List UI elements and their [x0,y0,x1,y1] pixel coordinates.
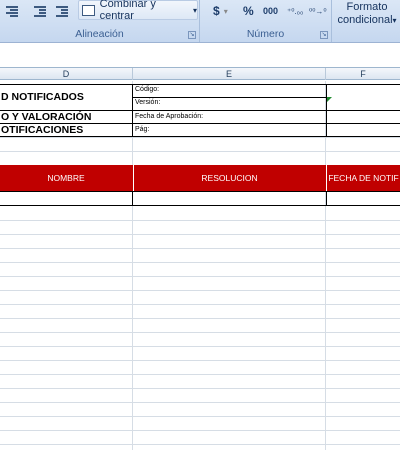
merge-center-icon [82,4,95,16]
decrease-indent-icon [33,5,47,17]
thousands-button[interactable]: 000 [262,1,282,21]
alignment-group: Combinar y centrar ▾ Alineación ↘ [0,0,200,42]
conditional-format-button[interactable]: Formato condicional▾ [334,0,400,36]
column-header-f[interactable]: F [326,68,400,80]
title-line-3: OTIFICACIONES [1,124,84,136]
header-fecha-notificacion[interactable]: FECHA DE NOTIF [326,165,400,191]
increase-decimal-button[interactable]: ⁺⁰.₀₀ [286,1,306,21]
decrease-decimal-icon: ⁰⁰→⁰ [309,6,327,16]
currency-icon: $ [213,4,220,18]
increase-indent-button[interactable] [52,1,72,21]
fecha-aprobacion-label: Fecha de Aprobación: [135,113,204,120]
column-header-bar: D E F [0,67,400,80]
codigo-label: Código: [135,86,160,93]
merge-center-dropdown-icon[interactable]: ▾ [193,6,197,15]
green-triangle-indicator [327,97,332,102]
formula-bar-area [0,43,400,67]
currency-button[interactable]: $ ▾ [212,1,238,21]
percent-button[interactable]: % [242,1,258,21]
title-line-1: D NOTIFICADOS [1,91,84,103]
decrease-indent-button[interactable] [30,1,50,21]
align-right-icon [5,5,19,17]
alignment-launcher-icon[interactable]: ↘ [188,31,196,39]
number-launcher-icon[interactable]: ↘ [320,31,328,39]
column-header-e[interactable]: E [133,68,326,80]
align-right-button[interactable] [2,1,22,21]
alignment-group-label: Alineación [75,28,124,40]
number-group-label: Número [246,28,285,40]
increase-indent-icon [55,5,69,17]
number-group: $ ▾ % 000 ⁺⁰.₀₀ ⁰⁰→⁰ Número ↘ [200,0,332,42]
column-header-d[interactable]: D [0,68,133,80]
ribbon: Combinar y centrar ▾ Alineación ↘ $ ▾ % … [0,0,400,43]
table-header-row: NOMBRE RESOLUCION FECHA DE NOTIF [0,165,400,191]
version-label: Versión: [135,99,161,106]
title-line-2: O Y VALORACIÓN [1,111,92,123]
decrease-decimal-button[interactable]: ⁰⁰→⁰ [308,1,328,21]
pag-label: Pág: [135,126,150,133]
currency-dropdown-icon[interactable]: ▾ [224,7,228,16]
table-row[interactable] [0,192,400,205]
header-nombre[interactable]: NOMBRE [0,165,132,191]
conditional-format-label-1: Formato [346,1,388,13]
thousands-icon: 000 [263,6,279,16]
merge-center-label: Combinar y centrar [99,0,156,22]
increase-decimal-icon: ⁺⁰.₀₀ [287,6,304,16]
merge-center-button[interactable]: Combinar y centrar ▾ [78,0,198,22]
percent-icon: % [243,4,254,18]
header-resolucion[interactable]: RESOLUCION [133,165,325,191]
conditional-format-label-2: condicional [337,14,393,26]
conditional-format-dropdown-icon: ▾ [392,16,397,25]
